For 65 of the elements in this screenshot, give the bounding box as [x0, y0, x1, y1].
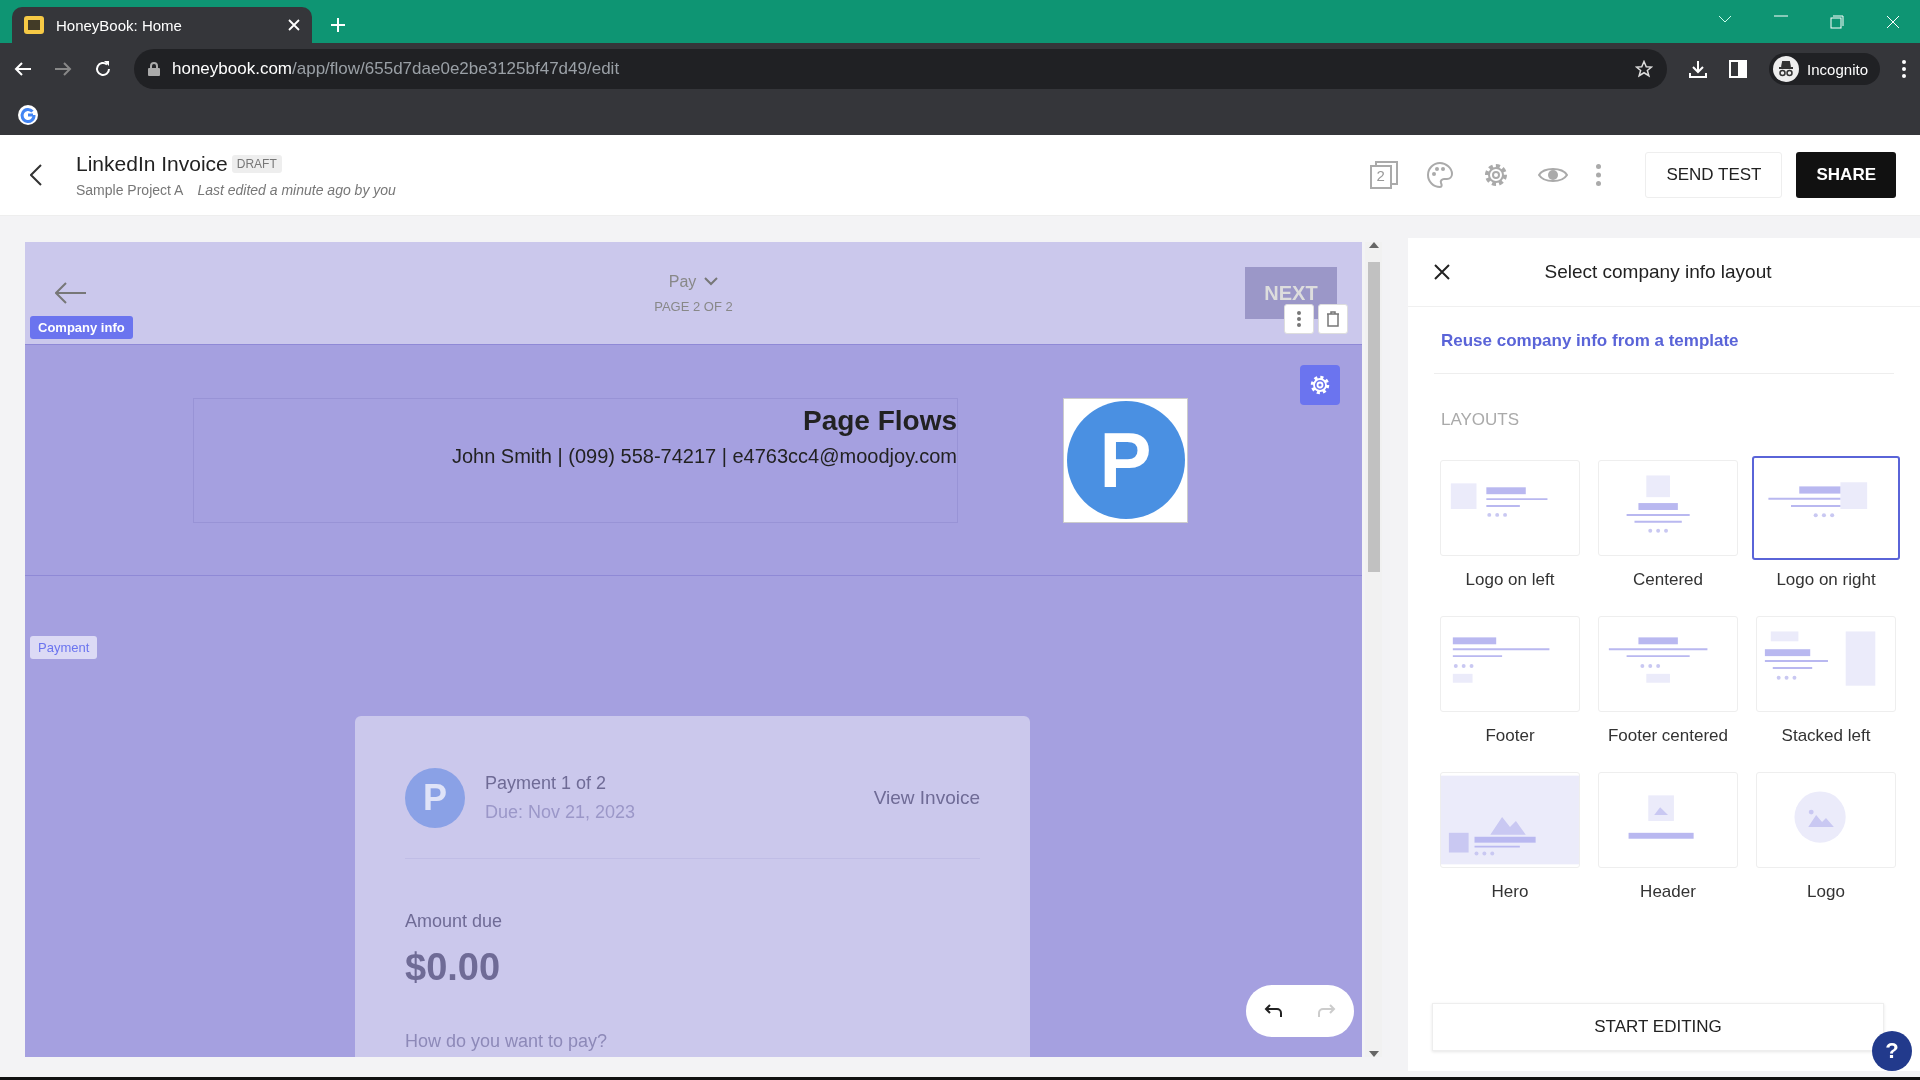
amount-value: $0.00	[405, 946, 502, 989]
panel-title: Select company info layout	[1543, 261, 1773, 283]
send-test-button[interactable]: SEND TEST	[1645, 152, 1783, 198]
url-text: honeybook.com/app/flow/655d7dae0e2be3125bf47d49/edit	[172, 59, 620, 79]
document-title: LinkedIn Invoice	[76, 152, 228, 176]
delete-button[interactable]	[1318, 304, 1348, 334]
payment-title: Payment 1 of 2	[485, 773, 608, 794]
company-name: Page Flows	[802, 404, 957, 437]
incognito-icon	[1773, 56, 1800, 82]
more-vertical-icon[interactable]	[1902, 60, 1906, 78]
company-info-box[interactable]: Page Flows John Smith | (099) 558-74217 | e4763cc4@moodjoy.com	[193, 397, 958, 523]
reload-icon[interactable]	[94, 60, 112, 78]
more-vertical-icon	[1297, 311, 1301, 327]
start-editing-button[interactable]: START EDITING	[1432, 1003, 1884, 1051]
section-heading: LAYOUTS	[1440, 409, 1521, 431]
scrollbar-thumb[interactable]	[1367, 262, 1380, 572]
trash-icon	[1326, 311, 1340, 327]
settings-button[interactable]	[1300, 365, 1340, 405]
download-icon[interactable]	[1689, 60, 1708, 78]
layout-label: Logo on left	[1465, 570, 1555, 590]
honeybook-logo-icon	[24, 16, 44, 34]
palette-icon[interactable]	[1426, 161, 1455, 189]
payment-question: How do you want to pay?	[405, 1031, 609, 1052]
forward-arrow-icon[interactable]	[54, 61, 72, 77]
reuse-template-link[interactable]: Reuse company info from a template	[1434, 307, 1894, 374]
layout-label: Footer	[1485, 726, 1535, 746]
scroll-down-icon[interactable]	[1368, 1051, 1379, 1057]
more-button[interactable]	[1284, 304, 1314, 334]
gear-icon	[1309, 374, 1331, 396]
back-chevron-icon[interactable]	[30, 164, 42, 186]
contact-details: John Smith | (099) 558-74217 | e4763cc4@moodjoy.com	[451, 444, 957, 468]
layout-label: Logo on right	[1776, 570, 1876, 590]
section-label: Payment	[30, 636, 98, 659]
browser-tab[interactable]: HoneyBook: Home	[12, 7, 312, 43]
layout-thumbnail[interactable]	[1752, 456, 1900, 560]
star-icon[interactable]	[1635, 60, 1654, 78]
help-button[interactable]: ?	[1872, 1031, 1912, 1071]
undo-icon[interactable]	[1264, 1004, 1282, 1018]
project-name: Sample Project A	[76, 182, 184, 198]
layout-label: Stacked left	[1781, 726, 1871, 746]
layout-label: Logo	[1807, 882, 1845, 902]
restore-icon[interactable]	[1830, 14, 1844, 29]
layout-label: Footer centered	[1608, 726, 1728, 746]
minimize-icon[interactable]	[1774, 14, 1788, 17]
page-indicator: PAGE 2 OF 2	[654, 298, 733, 314]
last-edited-text: Last edited a minute ago by you	[197, 182, 396, 198]
side-panel-icon[interactable]	[1729, 60, 1748, 78]
eye-icon[interactable]	[1538, 165, 1569, 185]
lock-icon	[148, 62, 160, 76]
amount-label: Amount due	[405, 911, 504, 932]
layout-label: Header	[1640, 882, 1696, 902]
scroll-up-icon[interactable]	[1368, 242, 1379, 248]
chevron-down-icon	[704, 277, 719, 286]
google-icon[interactable]	[18, 105, 38, 125]
layout-label: Hero	[1491, 882, 1529, 902]
new-tab-icon[interactable]	[330, 17, 346, 33]
draft-badge: DRAFT	[231, 155, 282, 173]
profile-button[interactable]: Incognito	[1769, 53, 1880, 85]
address-bar[interactable]: honeybook.com/app/flow/655d7dae0e2be3125bf47d49/edit	[134, 49, 1668, 89]
share-button[interactable]: SHARE	[1796, 152, 1896, 198]
section-label: Company info	[30, 316, 133, 339]
chevron-down-icon[interactable]	[1718, 14, 1732, 23]
layout-label: Centered	[1633, 570, 1703, 590]
close-icon[interactable]	[1434, 264, 1450, 280]
avatar: P	[405, 768, 465, 828]
